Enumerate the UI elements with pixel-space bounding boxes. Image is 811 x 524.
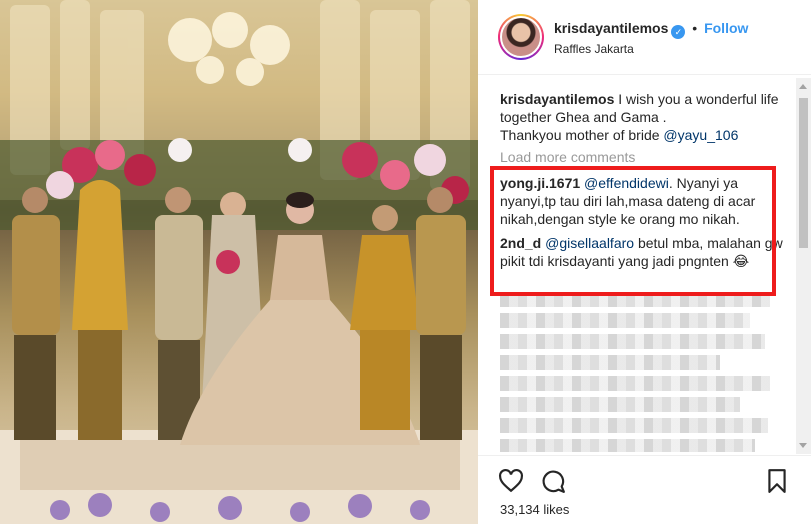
user-line: krisdayantilemos ✓ • Follow (554, 20, 748, 39)
blurred-comments (500, 292, 790, 452)
likes-count[interactable]: 33,134 likes (500, 502, 569, 517)
load-more-comments-button[interactable]: Load more comments (500, 148, 790, 166)
heart-icon (499, 468, 523, 493)
caption: krisdayantilemos I wish you a wonderful … (500, 90, 790, 144)
caption-thanks: Thankyou mother of bride (500, 127, 660, 143)
blurred-line (500, 334, 765, 349)
comments-scrollbar[interactable] (796, 78, 811, 454)
post-photo (0, 0, 478, 524)
scrollbar-thumb[interactable] (799, 98, 808, 248)
highlight-box (490, 166, 776, 296)
blurred-line (500, 439, 755, 452)
caption-username[interactable]: krisdayantilemos (500, 91, 614, 107)
follow-button[interactable]: Follow (704, 20, 748, 36)
blurred-line (500, 355, 720, 370)
post-actions: 33,134 likes (478, 455, 811, 524)
location-link[interactable]: Raffles Jakarta (554, 42, 634, 56)
blurred-line (500, 397, 740, 412)
post-header: krisdayantilemos ✓ • Follow Raffles Jakar… (478, 0, 811, 75)
wedding-photo-illustration (0, 0, 478, 524)
blurred-line (500, 376, 770, 391)
avatar[interactable] (498, 14, 544, 60)
blurred-line (500, 313, 750, 328)
scroll-up-arrow-icon[interactable] (799, 84, 807, 89)
verified-badge-icon: ✓ (671, 25, 686, 39)
comment-bubble-icon (542, 470, 565, 493)
like-button[interactable] (498, 468, 524, 494)
blurred-line (500, 418, 768, 433)
caption-mention[interactable]: @yayu_106 (663, 127, 738, 143)
avatar-image (500, 16, 542, 58)
scroll-down-arrow-icon[interactable] (799, 443, 807, 448)
bookmark-icon (768, 469, 786, 493)
separator-dot: • (692, 20, 698, 36)
comment-button[interactable] (540, 468, 566, 494)
post-username[interactable]: krisdayantilemos (554, 20, 668, 36)
save-button[interactable] (764, 468, 790, 494)
